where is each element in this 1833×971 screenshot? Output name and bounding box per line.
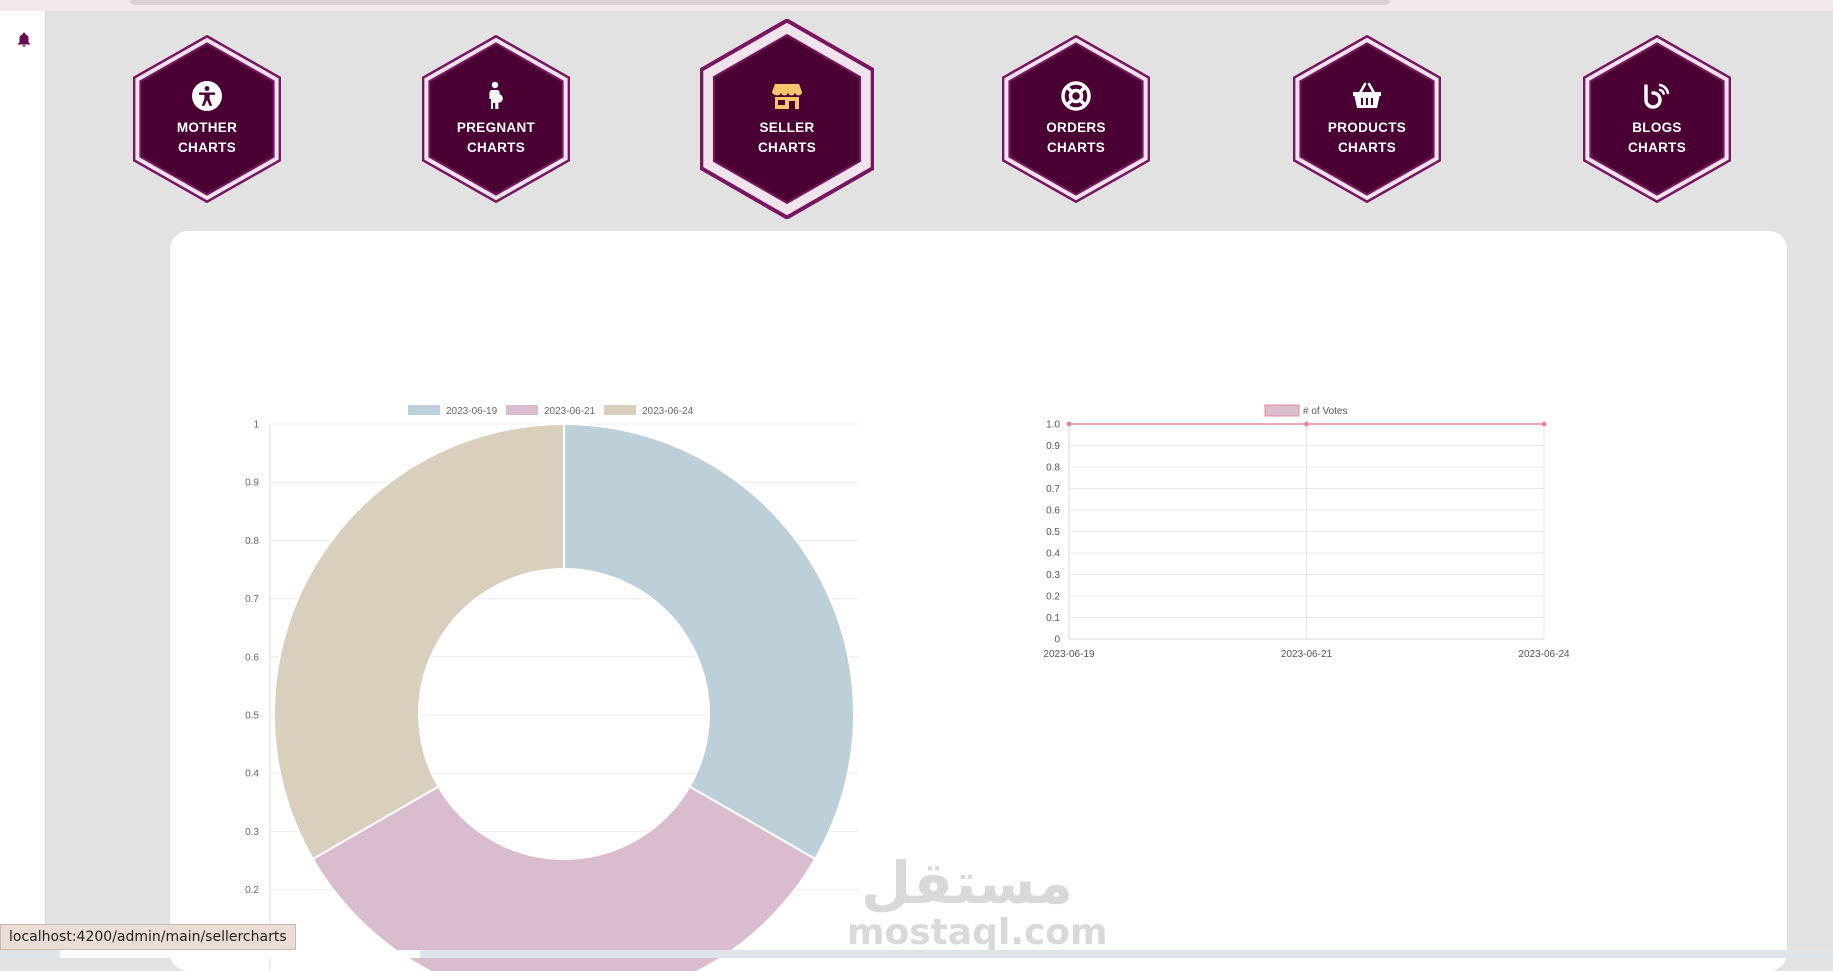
top-strip-pill — [130, 0, 1390, 5]
nav-blogs-charts[interactable]: BLOGSCHARTS — [1583, 35, 1731, 203]
line-y-tick-label: 0.4 — [1046, 549, 1060, 560]
line-y-tick-label: 1.0 — [1046, 420, 1060, 431]
line-x-tick-label: 2023-06-24 — [1518, 649, 1570, 660]
hex-content: MOTHERCHARTS — [133, 35, 281, 203]
line-y-tick-label: 0.2 — [1046, 592, 1060, 603]
sidebar — [0, 11, 46, 958]
bottom-strip — [0, 950, 1833, 958]
nav-label-line2: CHARTS — [1047, 138, 1105, 158]
blog-icon — [1641, 80, 1673, 112]
line-data-point — [1304, 422, 1309, 427]
line-y-tick-label: 0.3 — [1046, 570, 1060, 581]
hex-content: PRODUCTSCHARTS — [1293, 35, 1441, 203]
nav-label-line2: CHARTS — [1628, 138, 1686, 158]
line-y-tick-label: 0.6 — [1046, 506, 1060, 517]
nav-label-line2: CHARTS — [178, 138, 236, 158]
line-y-tick-label: 0.1 — [1046, 613, 1060, 624]
nav-pregnant-charts[interactable]: PREGNANTCHARTS — [422, 35, 570, 203]
line-x-tick-label: 2023-06-21 — [1281, 649, 1333, 660]
nav-label-line1: SELLER — [759, 118, 814, 138]
hex-content: SELLERCHARTS — [700, 19, 874, 219]
nav-label-line1: PRODUCTS — [1328, 118, 1406, 138]
watermark: مستقل mostaql.com — [847, 851, 1087, 951]
nav-products-charts[interactable]: PRODUCTSCHARTS — [1293, 35, 1441, 203]
nav-mother-charts[interactable]: MOTHERCHARTS — [133, 35, 281, 203]
nav-label-line2: CHARTS — [467, 138, 525, 158]
nav-label-line2: CHARTS — [758, 138, 816, 158]
main-area: MOTHERCHARTSPREGNANTCHARTSSELLERCHARTSOR… — [47, 11, 1833, 958]
bottom-tab — [60, 950, 420, 958]
line-data-point — [1542, 422, 1547, 427]
browser-top-strip — [0, 0, 1833, 11]
basket-icon — [1351, 80, 1383, 112]
hex-content: BLOGSCHARTS — [1583, 35, 1731, 203]
nav-label-line1: PREGNANT — [457, 118, 535, 138]
line-y-tick-label: 0.7 — [1046, 484, 1060, 495]
nav-label-line1: ORDERS — [1046, 118, 1106, 138]
hex-content: PREGNANTCHARTS — [422, 35, 570, 203]
hex-content: ORDERSCHARTS — [1002, 35, 1150, 203]
line-y-tick-label: 0.9 — [1046, 441, 1060, 452]
watermark-arabic: مستقل — [847, 851, 1087, 915]
pregnant-person-icon — [480, 80, 512, 112]
bell-icon[interactable] — [15, 30, 33, 50]
line-y-tick-label: 0.5 — [1046, 527, 1060, 538]
line-legend-label: # of Votes — [1303, 406, 1347, 417]
accessibility-icon — [191, 80, 223, 112]
status-url: localhost:4200/admin/main/sellercharts — [0, 924, 296, 950]
lifebuoy-icon — [1060, 80, 1092, 112]
nav-orders-charts[interactable]: ORDERSCHARTS — [1002, 35, 1150, 203]
nav-label-line1: MOTHER — [177, 118, 237, 138]
nav-label-line2: CHARTS — [1338, 138, 1396, 158]
store-icon — [771, 80, 803, 112]
line-legend-swatch — [1265, 405, 1299, 416]
line-y-tick-label: 0.8 — [1046, 463, 1060, 474]
line-data-point — [1067, 422, 1072, 427]
nav-label-line1: BLOGS — [1632, 118, 1682, 138]
line-x-tick-label: 2023-06-19 — [1043, 649, 1095, 660]
nav-seller-charts[interactable]: SELLERCHARTS — [700, 19, 874, 219]
line-y-tick-label: 0 — [1054, 635, 1060, 646]
watermark-english: mostaql.com — [847, 915, 1087, 951]
